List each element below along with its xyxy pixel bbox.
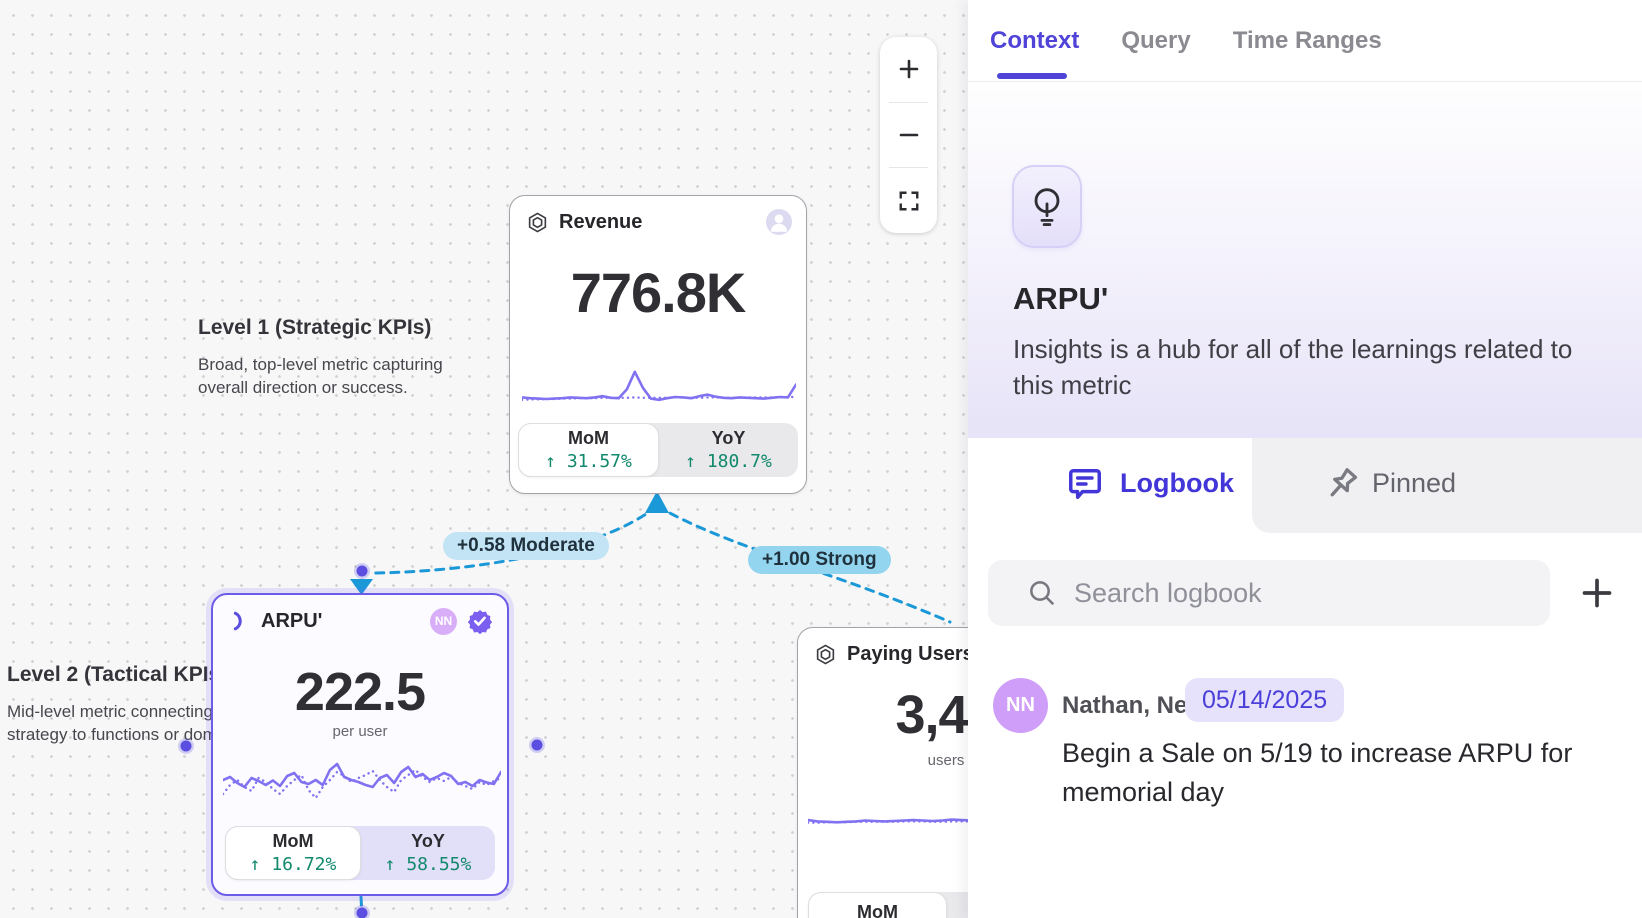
entry-text: Begin a Sale on 5/19 to increase ARPU fo…	[1062, 734, 1597, 812]
revenue-card-header: Revenue	[526, 208, 792, 236]
context-side-panel: Context Query Time Ranges ARPU' Insights…	[968, 0, 1642, 918]
verified-check-badge-icon[interactable]	[467, 608, 493, 634]
app: Level 1 (Strategic KPIs) Broad, top-leve…	[0, 0, 1642, 918]
metric-card-revenue[interactable]: Revenue 776.8K MoM ↑ 31.57%	[509, 195, 807, 494]
plus-icon	[1577, 573, 1617, 613]
paying-users-card-title: Paying Users'	[847, 643, 978, 666]
arpu-right-handle-dot[interactable]	[532, 740, 543, 751]
arpu-left-handle-dot[interactable]	[181, 741, 192, 752]
add-log-entry-button[interactable]	[1574, 570, 1620, 616]
edge-handle-dot[interactable]	[357, 566, 368, 577]
hexagon-metric-icon	[526, 211, 549, 234]
panel-tab-bar: Context Query Time Ranges	[968, 0, 1642, 82]
revenue-stats-bar: MoM ↑ 31.57% YoY ↑ 180.7%	[518, 423, 798, 477]
metric-card-arpu[interactable]: ARPU' NN 222.5 per user MoM ↑ 16.72%	[211, 593, 509, 896]
owner-avatar-icon[interactable]	[766, 209, 792, 235]
lightbulb-icon	[1028, 185, 1066, 229]
tab-logbook[interactable]: Logbook	[968, 438, 1252, 533]
log-entry[interactable]: NN Nathan, Neha 05/14/2025 Begin a Sale …	[968, 662, 1642, 842]
arpu-value: 222.5	[213, 661, 507, 723]
logbook-tab-label: Logbook	[1120, 468, 1234, 499]
revenue-value: 776.8K	[510, 260, 806, 325]
minus-icon	[897, 123, 921, 147]
tab-context[interactable]: Context	[990, 27, 1079, 55]
revenue-sparkline	[522, 359, 796, 405]
metric-title: ARPU'	[1013, 281, 1108, 317]
revenue-mom-stat[interactable]: MoM ↑ 31.57%	[518, 423, 659, 477]
zoom-out-button[interactable]	[880, 103, 937, 168]
tab-query[interactable]: Query	[1121, 27, 1190, 55]
arpu-mom-stat[interactable]: MoM ↑ 16.72%	[225, 826, 361, 880]
tab-time-ranges[interactable]: Time Ranges	[1233, 27, 1382, 55]
revenue-card-title: Revenue	[559, 211, 642, 234]
edge-label-moderate[interactable]: +0.58 Moderate	[443, 532, 609, 560]
insights-tile	[1012, 165, 1082, 248]
arpu-bottom-handle-dot[interactable]	[357, 908, 368, 918]
entry-avatar: NN	[993, 678, 1048, 733]
arpu-owner-badge[interactable]: NN	[430, 608, 457, 635]
pin-icon	[1320, 463, 1362, 507]
logbook-pinned-tab-bar: Logbook Pinned	[968, 438, 1642, 533]
paying-users-mom-stat[interactable]: MoM ↑ 12.72%	[808, 892, 947, 918]
arpu-unit: per user	[213, 723, 507, 740]
pinned-tab-label: Pinned	[1372, 468, 1456, 499]
logbook-comment-icon	[1066, 464, 1104, 504]
hexagon-metric-icon	[814, 643, 837, 666]
edge-label-strong[interactable]: +1.00 Strong	[748, 546, 891, 574]
fullscreen-icon	[898, 190, 920, 212]
arrowhead-into-revenue	[645, 491, 669, 513]
logbook-search	[988, 560, 1550, 626]
arpu-stats-bar: MoM ↑ 16.72% YoY ↑ 58.55%	[225, 826, 495, 880]
arpu-card-header: ARPU' NN	[229, 607, 493, 635]
crescent-metric-icon	[229, 609, 251, 633]
insights-hero-section: ARPU' Insights is a hub for all of the l…	[968, 83, 1642, 438]
fit-view-button[interactable]	[880, 168, 937, 233]
arpu-card-title: ARPU'	[261, 610, 322, 633]
active-tab-underline	[997, 73, 1067, 79]
revenue-yoy-stat[interactable]: YoY ↑ 180.7%	[659, 423, 798, 477]
arpu-yoy-stat[interactable]: YoY ↑ 58.55%	[361, 826, 495, 880]
arpu-sparkline	[223, 751, 501, 807]
canvas-zoom-toolbar	[880, 37, 937, 233]
search-input[interactable]	[988, 560, 1550, 626]
insights-description: Insights is a hub for all of the learnin…	[1013, 331, 1593, 403]
entry-date-badge[interactable]: 05/14/2025	[1185, 678, 1344, 722]
zoom-in-button[interactable]	[880, 37, 937, 102]
plus-icon	[897, 57, 921, 81]
